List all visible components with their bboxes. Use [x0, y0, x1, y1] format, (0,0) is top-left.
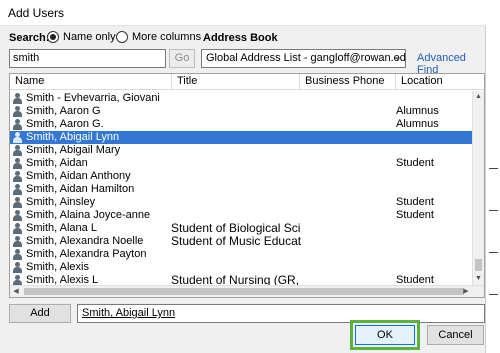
person-icon — [13, 249, 22, 260]
added-user-name: Smith, Abigail Lynn — [82, 307, 176, 319]
table-row[interactable]: Smith, Alana L Student of Biological Scie… — [10, 222, 474, 235]
cell-name: Smith, Aidan Hamilton — [26, 183, 135, 195]
user-list: Name Title Business Phone Location Smith… — [9, 73, 485, 298]
person-icon — [13, 184, 22, 195]
column-header-location[interactable]: Location — [396, 74, 484, 90]
go-button[interactable]: Go — [169, 49, 195, 68]
scroll-right-arrow-icon[interactable]: ▶ — [460, 286, 472, 297]
cell-name: Smith, Alexandra Payton — [26, 248, 147, 260]
person-icon — [13, 93, 22, 104]
cell-name: Smith, Aaron G. — [26, 118, 104, 130]
cell-location: Student — [396, 157, 434, 169]
title-bar: Add Users — [0, 0, 486, 26]
cell-name: Smith, Abigail Mary — [26, 144, 121, 156]
cell-title: Student of Music Educatio... — [171, 235, 301, 248]
cell-name: Smith, Aidan — [26, 157, 88, 169]
column-header-name[interactable]: Name — [10, 74, 172, 90]
more-columns-radio[interactable]: More columns — [116, 31, 201, 43]
address-book-label: Address Book — [203, 32, 278, 44]
cell-name: Smith, Aidan Anthony — [26, 170, 131, 182]
table-row[interactable]: Smith, Aidan Student — [10, 157, 474, 170]
search-input[interactable]: smith — [9, 49, 166, 68]
cell-location: Alumnus — [396, 105, 439, 117]
table-row[interactable]: Smith, Abigail Mary — [10, 144, 474, 157]
name-only-radio[interactable]: Name only — [47, 31, 116, 43]
person-icon — [13, 236, 22, 247]
column-header-title[interactable]: Title — [172, 74, 300, 90]
person-icon — [13, 171, 22, 182]
cell-name: Smith, Alaina Joyce-anne — [26, 209, 151, 221]
cell-name: Smith, Aaron G — [26, 105, 101, 117]
person-icon — [13, 132, 22, 143]
radio-unselected-icon — [116, 31, 128, 43]
table-row[interactable]: Smith, Ainsley Student — [10, 196, 474, 209]
cell-name: Smith, Alexis — [26, 261, 89, 273]
rows-container: Smith - Evhevarria, Giovani Smith, Aaron … — [10, 92, 474, 287]
cell-name: Smith, Ainsley — [26, 196, 96, 208]
table-row[interactable]: Smith, Abigail Lynn — [10, 131, 474, 144]
background-text-line — [489, 252, 498, 253]
person-icon — [13, 210, 22, 221]
more-columns-label: More columns — [132, 31, 202, 43]
window-title: Add Users — [8, 6, 65, 20]
person-icon — [13, 119, 22, 130]
background-text-line — [489, 168, 498, 169]
table-row[interactable]: Smith, Aidan Anthony — [10, 170, 474, 183]
person-icon — [13, 223, 22, 234]
ok-button[interactable]: OK — [355, 325, 415, 345]
person-icon — [13, 106, 22, 117]
horizontal-scroll-thumb[interactable] — [24, 288, 464, 295]
background-text-line — [489, 294, 498, 295]
background-document — [486, 0, 500, 353]
cell-title: Student of Biological Scien... — [171, 222, 301, 235]
table-row[interactable]: Smith, Aidan Hamilton — [10, 183, 474, 196]
add-users-dialog: Add Users Search: Name only More columns… — [0, 0, 486, 353]
scroll-down-arrow-icon[interactable]: ▼ — [473, 273, 484, 285]
cell-location: Student — [396, 209, 434, 221]
vertical-scrollbar[interactable]: ▲ ▼ — [472, 91, 484, 285]
person-icon — [13, 197, 22, 208]
cell-name: Smith - Evhevarria, Giovani — [26, 92, 160, 104]
scroll-left-arrow-icon[interactable]: ◀ — [10, 286, 22, 297]
cancel-button[interactable]: Cancel — [427, 325, 484, 345]
table-row[interactable]: Smith - Evhevarria, Giovani — [10, 92, 474, 105]
table-row[interactable]: Smith, Aaron G. Alumnus — [10, 118, 474, 131]
address-book-value: Global Address List - gangloff@rowan.edu — [206, 52, 406, 64]
person-icon — [13, 145, 22, 156]
address-book-select[interactable]: Global Address List - gangloff@rowan.edu… — [201, 49, 406, 68]
person-icon — [13, 262, 22, 273]
chevron-down-icon: ⌄ — [393, 52, 402, 63]
background-text-line — [489, 210, 498, 211]
add-button[interactable]: Add — [9, 304, 71, 323]
cell-name: Smith, Abigail Lynn — [26, 131, 120, 143]
name-only-label: Name only — [63, 31, 116, 43]
vertical-scroll-thumb[interactable] — [475, 259, 482, 271]
column-headers: Name Title Business Phone Location — [10, 74, 484, 90]
person-icon — [13, 158, 22, 169]
column-header-business-phone[interactable]: Business Phone — [300, 74, 396, 90]
cell-location: Alumnus — [396, 118, 439, 130]
cell-name: Smith, Alana L — [26, 222, 97, 234]
search-label: Search: — [9, 32, 50, 44]
table-row[interactable]: Smith, Alexandra Noelle Student of Music … — [10, 235, 474, 248]
scroll-up-arrow-icon[interactable]: ▲ — [473, 91, 484, 103]
table-row[interactable]: Smith, Alaina Joyce-anne Student — [10, 209, 474, 222]
table-row[interactable]: Smith, Alexis — [10, 261, 474, 274]
table-row[interactable]: Smith, Alexandra Payton — [10, 248, 474, 261]
cell-location: Student — [396, 196, 434, 208]
add-recipients-field[interactable]: Smith, Abigail Lynn — [77, 304, 485, 323]
cell-name: Smith, Alexandra Noelle — [26, 235, 144, 247]
horizontal-scrollbar[interactable]: ◀ ▶ — [10, 285, 484, 297]
table-row[interactable]: Smith, Aaron G Alumnus — [10, 105, 474, 118]
radio-selected-icon — [47, 31, 59, 43]
